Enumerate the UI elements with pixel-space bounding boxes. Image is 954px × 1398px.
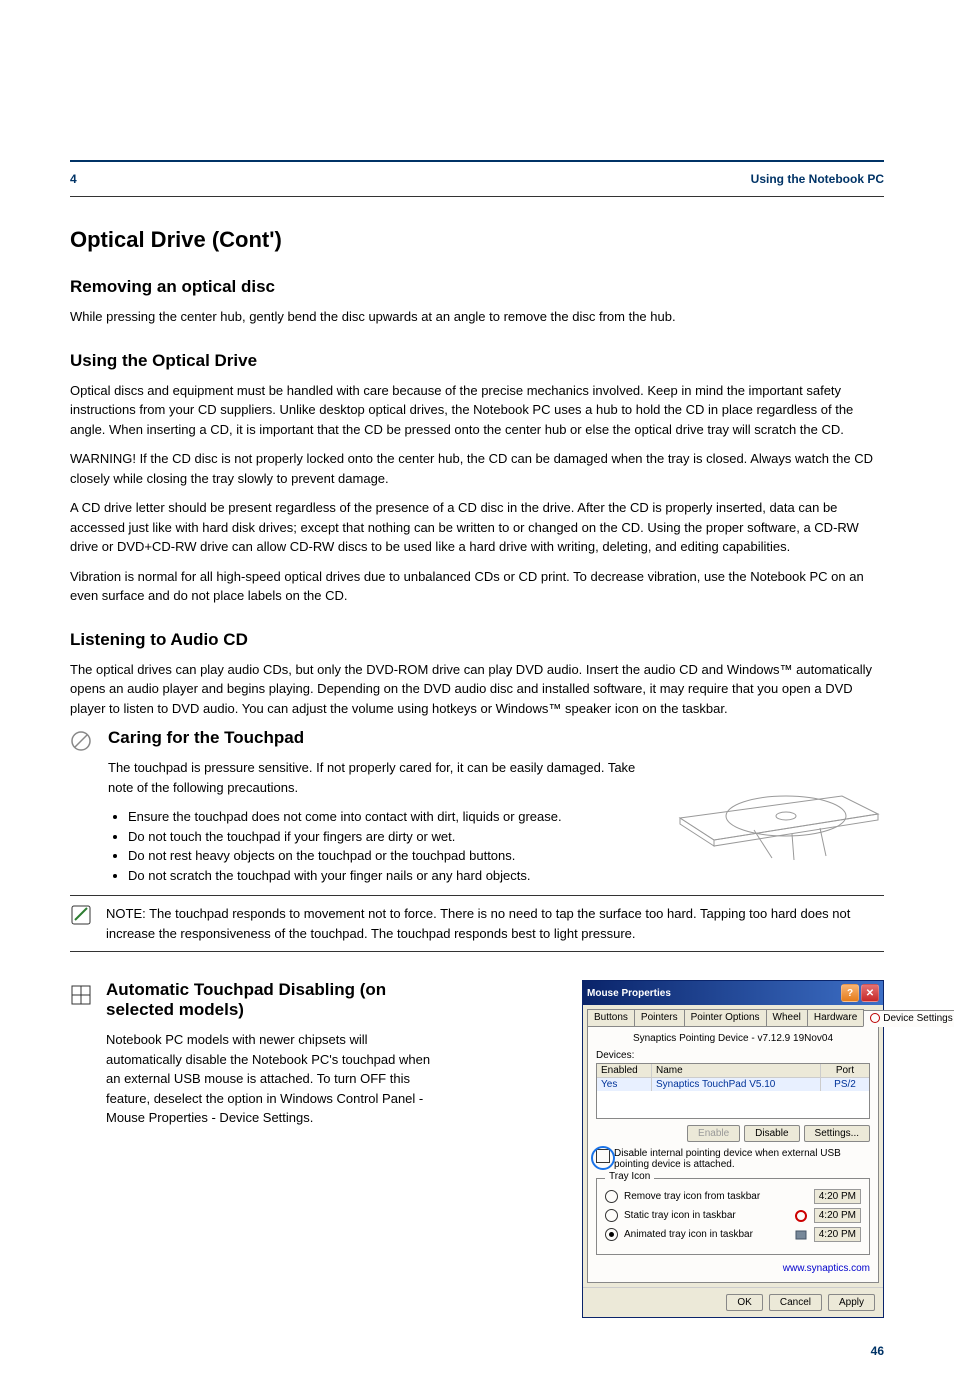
- tab-buttons[interactable]: Buttons: [587, 1009, 635, 1026]
- caring-heading: Caring for the Touchpad: [108, 728, 884, 748]
- top-rule: [70, 160, 884, 162]
- page-header: 4 Using the Notebook PC: [70, 172, 884, 192]
- radio-label: Static tray icon in taskbar: [624, 1210, 736, 1221]
- disc-tray-illustration: [674, 762, 884, 862]
- using-text: Optical discs and equipment must be hand…: [70, 381, 884, 440]
- driver-version: Synaptics Pointing Device - v7.12.9 19No…: [596, 1033, 870, 1044]
- caring-bullet: Do not scratch the touchpad with your fi…: [128, 866, 884, 886]
- tab-pointers[interactable]: Pointers: [634, 1009, 685, 1026]
- vibration-text: Vibration is normal for all high-speed o…: [70, 567, 884, 606]
- section-title: Using the Notebook PC: [751, 172, 884, 186]
- note-icon: [70, 904, 92, 931]
- tray-preview-animated-icon: [794, 1228, 808, 1242]
- time-badge: 4:20 PM: [814, 1227, 861, 1242]
- cell-port: PS/2: [821, 1078, 869, 1091]
- warning-text: WARNING! If the CD disc is not properly …: [70, 449, 884, 488]
- auto-disable-heading: Automatic Touchpad Disabling (on selecte…: [106, 980, 446, 1020]
- col-name: Name: [652, 1064, 821, 1077]
- apply-button[interactable]: Apply: [828, 1294, 875, 1311]
- tab-strip: Buttons Pointers Pointer Options Wheel H…: [583, 1005, 883, 1026]
- synaptics-icon: [870, 1013, 880, 1023]
- close-button[interactable]: ✕: [861, 984, 879, 1002]
- drive-letter-text: A CD drive letter should be present rega…: [70, 498, 884, 557]
- radio-remove-tray[interactable]: [605, 1190, 618, 1203]
- disable-button[interactable]: Disable: [744, 1125, 799, 1142]
- cancel-button[interactable]: Cancel: [769, 1294, 822, 1311]
- mouse-properties-dialog: Mouse Properties ? ✕ Buttons Pointers Po…: [582, 980, 884, 1318]
- devices-list[interactable]: Enabled Name Port Yes Synaptics TouchPad…: [596, 1063, 870, 1119]
- tray-preview-static-icon: [794, 1209, 808, 1223]
- header-rule: [70, 196, 884, 197]
- tab-pointer-options[interactable]: Pointer Options: [684, 1009, 767, 1026]
- time-badge: 4:20 PM: [814, 1189, 861, 1204]
- dialog-title: Mouse Properties: [587, 988, 839, 999]
- audio-heading: Listening to Audio CD: [70, 630, 884, 650]
- radio-static-tray[interactable]: [605, 1209, 618, 1222]
- disable-internal-checkbox[interactable]: [596, 1149, 610, 1163]
- col-enabled: Enabled: [597, 1064, 652, 1077]
- removing-text: While pressing the center hub, gently be…: [70, 307, 884, 327]
- synaptics-link[interactable]: www.synaptics.com: [783, 1263, 870, 1274]
- cell-enabled: Yes: [597, 1078, 652, 1091]
- tab-label: Device Settings: [883, 1013, 952, 1024]
- enable-button: Enable: [687, 1125, 740, 1142]
- tab-device-settings[interactable]: Device Settings: [863, 1010, 954, 1027]
- help-button[interactable]: ?: [841, 984, 859, 1002]
- touchpad-option-icon: [70, 984, 92, 1011]
- dialog-titlebar: Mouse Properties ? ✕: [583, 981, 883, 1005]
- auto-disable-text: Notebook PC models with newer chipsets w…: [106, 1030, 446, 1128]
- page-title: Optical Drive (Cont'): [70, 227, 884, 253]
- tab-panel: Synaptics Pointing Device - v7.12.9 19No…: [587, 1026, 879, 1283]
- settings-button[interactable]: Settings...: [804, 1125, 870, 1142]
- radio-animated-tray[interactable]: [605, 1228, 618, 1241]
- removing-heading: Removing an optical disc: [70, 277, 884, 297]
- tray-icon-title: Tray Icon: [605, 1171, 654, 1182]
- using-heading: Using the Optical Drive: [70, 351, 884, 371]
- forbidden-icon: [70, 730, 92, 757]
- tray-preview-empty-icon: [794, 1190, 808, 1204]
- note-text: NOTE: The touchpad responds to movement …: [106, 904, 884, 943]
- time-badge: 4:20 PM: [814, 1208, 861, 1223]
- section-number: 4: [70, 172, 77, 186]
- ok-button[interactable]: OK: [726, 1294, 762, 1311]
- page-number: 46: [871, 1344, 884, 1358]
- tab-hardware[interactable]: Hardware: [807, 1009, 864, 1026]
- radio-label: Remove tray icon from taskbar: [624, 1191, 760, 1202]
- device-row[interactable]: Yes Synaptics TouchPad V5.10 PS/2: [597, 1078, 869, 1091]
- devices-label: Devices:: [596, 1050, 870, 1061]
- radio-label: Animated tray icon in taskbar: [624, 1229, 753, 1240]
- tray-icon-group: Tray Icon Remove tray icon from taskbar …: [596, 1178, 870, 1255]
- cell-name: Synaptics TouchPad V5.10: [652, 1078, 821, 1091]
- tab-wheel[interactable]: Wheel: [766, 1009, 808, 1026]
- disable-internal-label: Disable internal pointing device when ex…: [614, 1148, 870, 1170]
- col-port: Port: [821, 1064, 869, 1077]
- audio-text: The optical drives can play audio CDs, b…: [70, 660, 884, 719]
